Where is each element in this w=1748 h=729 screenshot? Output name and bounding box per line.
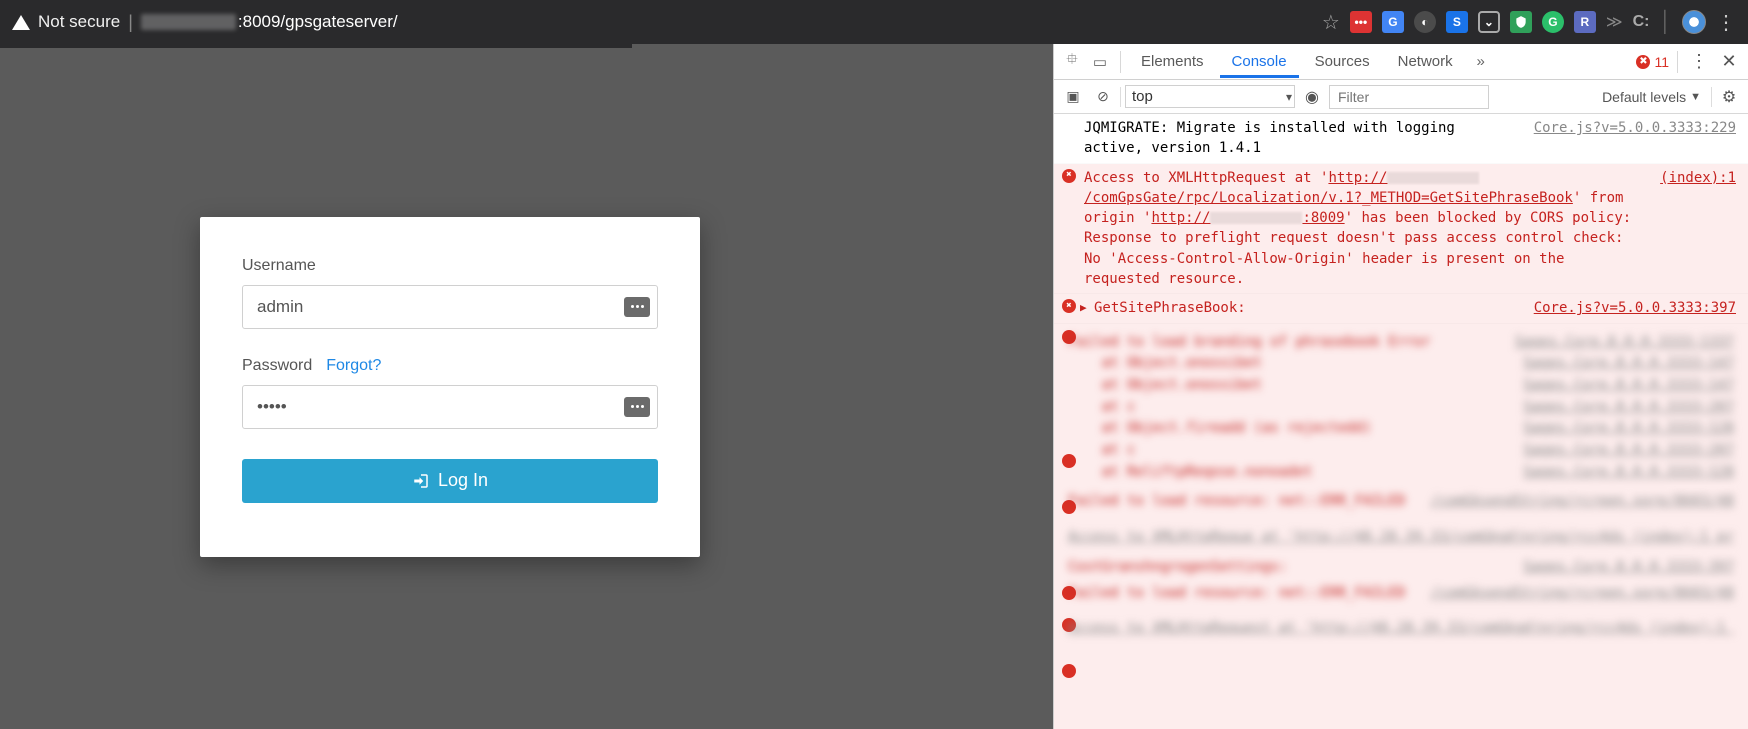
console-log-row[interactable]: JQMIGRATE: Migrate is installed with log… [1054, 114, 1748, 164]
expand-caret-icon[interactable]: ▶ [1080, 300, 1087, 316]
browser-menu-icon[interactable]: ⋮ [1716, 10, 1736, 35]
error-badge[interactable]: ✖ 11 [1636, 54, 1669, 70]
filter-input[interactable] [1329, 85, 1489, 109]
error-circle-icon: ✖ [1636, 55, 1650, 69]
devtools-menu-icon[interactable]: ⋮ [1686, 51, 1712, 72]
more-tabs-icon[interactable]: » [1469, 53, 1493, 70]
inspect-icon[interactable]: ⯐ [1060, 49, 1084, 74]
url-separator: | [128, 12, 133, 33]
sidebar-toggle-icon[interactable]: ▣ [1060, 88, 1086, 105]
separator: │ [1660, 11, 1673, 34]
extension-icon[interactable]: C: [1633, 13, 1650, 31]
extension-icon[interactable]: ••• [1350, 11, 1372, 33]
tab-network[interactable]: Network [1386, 45, 1465, 78]
url-host [141, 14, 236, 30]
bookmark-star-icon[interactable]: ☆ [1322, 10, 1340, 35]
console-toolbar: ▣ ⊘ top ◉ Default levels ▼ ⚙ [1054, 80, 1748, 114]
error-count: 11 [1654, 54, 1669, 70]
warning-icon [12, 15, 30, 30]
security-label: Not secure [38, 12, 120, 32]
tab-elements[interactable]: Elements [1129, 45, 1216, 78]
log-levels-select[interactable]: Default levels ▼ [1602, 89, 1701, 105]
browser-address-bar: Not secure | :8009/gpsgateserver/ ☆ ••• … [0, 0, 1748, 44]
login-card: Username Password Forgot? Log In [200, 217, 700, 557]
url-path[interactable]: :8009/gpsgateserver/ [238, 12, 398, 32]
password-label: Password [242, 357, 312, 375]
browser-extensions: ☆ ••• G ◐ S ⌄ G R ≫ C: │ ⋮ [1322, 10, 1736, 35]
device-toggle-icon[interactable]: ▭ [1088, 53, 1112, 71]
context-select[interactable]: top [1125, 85, 1295, 108]
log-source[interactable]: (index):1 [1644, 168, 1736, 290]
log-source[interactable]: Core.js?v=5.0.0.3333:397 [1518, 298, 1736, 318]
tab-sources[interactable]: Sources [1303, 45, 1382, 78]
console-settings-icon[interactable]: ⚙ [1716, 87, 1742, 107]
page-viewport: Username Password Forgot? Log In [0, 44, 1053, 729]
tab-console[interactable]: Console [1220, 45, 1299, 78]
devtools-close-icon[interactable]: ✕ [1716, 51, 1742, 72]
shield-icon[interactable] [1510, 11, 1532, 33]
security-indicator[interactable]: Not secure [12, 12, 120, 32]
password-input[interactable] [242, 385, 658, 429]
username-label: Username [242, 257, 316, 275]
chevron-down-icon[interactable]: ≫ [1606, 12, 1623, 32]
console-errors-redacted: Failed to load branding of phrasebook Er… [1054, 324, 1748, 729]
forgot-link[interactable]: Forgot? [326, 357, 381, 375]
username-input[interactable] [242, 285, 658, 329]
clear-console-icon[interactable]: ⊘ [1090, 88, 1116, 105]
console-error-row[interactable]: ▶ GetSitePhraseBook: Core.js?v=5.0.0.333… [1054, 294, 1748, 323]
login-button-label: Log In [438, 470, 488, 491]
login-button[interactable]: Log In [242, 459, 658, 503]
console-output[interactable]: JQMIGRATE: Migrate is installed with log… [1054, 114, 1748, 729]
devtools-panel: ⯐ ▭ Elements Console Sources Network » ✖… [1053, 44, 1748, 729]
login-arrow-icon [412, 472, 430, 490]
extension-icon[interactable]: ◐ [1414, 11, 1436, 33]
live-expression-icon[interactable]: ◉ [1299, 87, 1325, 107]
log-message: GetSitePhraseBook: [1094, 298, 1518, 318]
keyboard-icon[interactable] [624, 397, 650, 417]
pocket-icon[interactable]: ⌄ [1478, 11, 1500, 33]
log-source[interactable]: Core.js?v=5.0.0.3333:229 [1518, 118, 1736, 159]
extension-icon[interactable]: S [1446, 11, 1468, 33]
grammarly-icon[interactable]: G [1542, 11, 1564, 33]
google-translate-icon[interactable]: G [1382, 11, 1404, 33]
devtools-tabs: ⯐ ▭ Elements Console Sources Network » ✖… [1054, 44, 1748, 80]
console-error-row[interactable]: Access to XMLHttpRequest at 'http:///com… [1054, 164, 1748, 295]
keyboard-icon[interactable] [624, 297, 650, 317]
log-message: JQMIGRATE: Migrate is installed with log… [1084, 118, 1518, 159]
profile-avatar[interactable] [1682, 10, 1706, 34]
extension-icon[interactable]: R [1574, 11, 1596, 33]
log-message: Access to XMLHttpRequest at 'http:///com… [1084, 168, 1644, 290]
